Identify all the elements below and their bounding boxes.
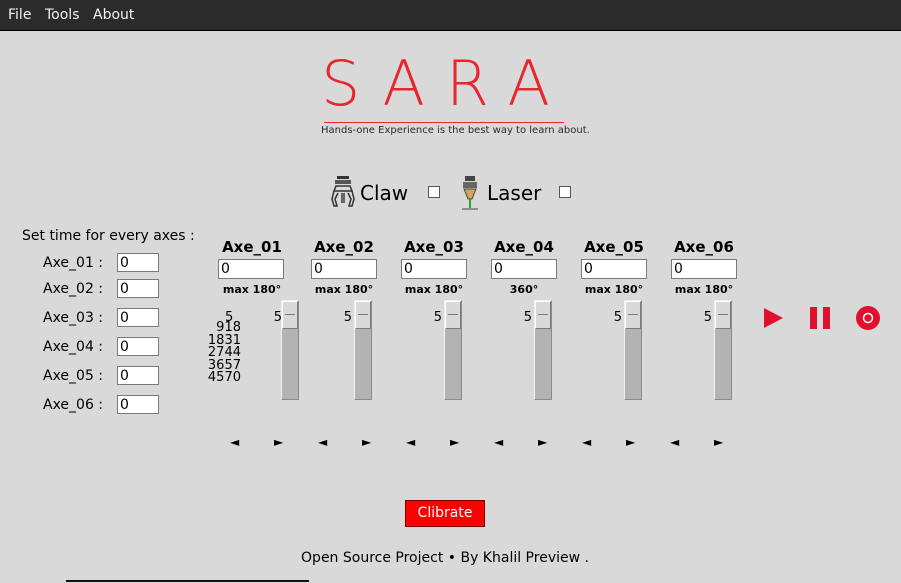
axe-06-value: 5: [703, 310, 712, 325]
time-input-axe-05[interactable]: 0: [117, 366, 159, 385]
time-input-axe-06[interactable]: 0: [117, 395, 159, 414]
axe-04-value: 5: [523, 310, 532, 325]
calibrate-button[interactable]: Clibrate: [405, 500, 485, 527]
time-label-axe-03: Axe_03 :: [43, 310, 104, 326]
pause-icon[interactable]: [807, 305, 833, 331]
axe-06-right-arrow[interactable]: ►: [714, 435, 723, 449]
time-input-axe-02[interactable]: 0: [117, 279, 159, 298]
axe-04-slider-thumb[interactable]: [535, 301, 551, 329]
axe-04-slider[interactable]: [534, 300, 552, 400]
menu-tools[interactable]: Tools: [45, 7, 80, 23]
claw-label: Claw: [360, 181, 409, 205]
scale-tick-first: 5: [225, 310, 234, 325]
axe-06-max: max 180°: [674, 283, 734, 296]
axe-01-slider-thumb[interactable]: [282, 301, 298, 329]
time-input-axe-01[interactable]: 0: [117, 253, 159, 272]
logo-subtitle: Hands-one Experience is the best way to …: [321, 125, 590, 136]
axe-05-value: 5: [613, 310, 622, 325]
axe-01-left-arrow[interactable]: ◄: [230, 435, 239, 449]
axe-03-input[interactable]: 0: [401, 259, 467, 279]
axe-03-max: max 180°: [404, 283, 464, 296]
time-input-axe-04[interactable]: 0: [117, 337, 159, 356]
axe-06-title: Axe_06: [674, 238, 734, 256]
time-label-axe-04: Axe_04 :: [43, 339, 104, 355]
axe-03-title: Axe_03: [404, 238, 464, 256]
play-icon[interactable]: [760, 305, 786, 331]
time-panel-title: Set time for every axes :: [22, 228, 195, 244]
menu-bar: File Tools About: [0, 0, 901, 31]
footer-text: Open Source Project • By Khalil Preview …: [301, 550, 589, 566]
axe-01-max: max 180°: [222, 283, 282, 296]
logo-divider: [324, 122, 564, 123]
laser-checkbox[interactable]: [559, 186, 571, 198]
axe-04-max: 360°: [509, 283, 539, 296]
time-label-axe-02: Axe_02 :: [43, 281, 104, 297]
axe-06-input[interactable]: 0: [671, 259, 737, 279]
laser-icon: [462, 176, 478, 210]
axe-05-max: max 180°: [584, 283, 644, 296]
axe-05-input[interactable]: 0: [581, 259, 647, 279]
axe-02-value: 5: [343, 310, 352, 325]
axe-04-right-arrow[interactable]: ►: [538, 435, 547, 449]
scale-tick: 4570: [207, 370, 241, 385]
claw-icon: [331, 176, 355, 207]
axe-01-value: 5: [273, 310, 282, 325]
axe-02-slider-thumb[interactable]: [355, 301, 371, 329]
time-label-axe-05: Axe_05 :: [43, 368, 104, 384]
axe-02-input[interactable]: 0: [311, 259, 377, 279]
axe-01-right-arrow[interactable]: ►: [274, 435, 283, 449]
axe-03-value: 5: [433, 310, 442, 325]
logo-title: SARA: [321, 47, 571, 120]
axe-01-title: Axe_01: [222, 238, 282, 256]
axe-05-slider-thumb[interactable]: [625, 301, 641, 329]
time-input-axe-03[interactable]: 0: [117, 308, 159, 327]
time-label-axe-01: Axe_01 :: [43, 255, 104, 271]
axe-03-right-arrow[interactable]: ►: [450, 435, 459, 449]
axe-04-input[interactable]: 0: [491, 259, 557, 279]
axe-02-right-arrow[interactable]: ►: [362, 435, 371, 449]
axe-06-slider-thumb[interactable]: [715, 301, 731, 329]
axe-05-right-arrow[interactable]: ►: [626, 435, 635, 449]
menu-file[interactable]: File: [8, 7, 31, 23]
laser-label: Laser: [487, 181, 542, 205]
axe-05-slider[interactable]: [624, 300, 642, 400]
menu-about[interactable]: About: [93, 7, 134, 23]
axe-04-title: Axe_04: [494, 238, 554, 256]
taskbar-edge: [66, 580, 309, 582]
axe-03-slider-thumb[interactable]: [445, 301, 461, 329]
axe-03-left-arrow[interactable]: ◄: [406, 435, 415, 449]
axe-06-slider[interactable]: [714, 300, 732, 400]
axe-03-slider[interactable]: [444, 300, 462, 400]
axe-06-left-arrow[interactable]: ◄: [670, 435, 679, 449]
axe-02-left-arrow[interactable]: ◄: [318, 435, 327, 449]
axe-02-slider[interactable]: [354, 300, 372, 400]
axe-01-slider[interactable]: [281, 300, 299, 400]
axe-01-input[interactable]: 0: [218, 259, 284, 279]
axe-02-max: max 180°: [314, 283, 374, 296]
axe-05-left-arrow[interactable]: ◄: [582, 435, 591, 449]
time-label-axe-06: Axe_06 :: [43, 397, 104, 413]
claw-checkbox[interactable]: [428, 186, 440, 198]
axe-04-left-arrow[interactable]: ◄: [494, 435, 503, 449]
scale-ticks: 918 1831 2744 3657 4570: [205, 321, 241, 385]
axe-05-title: Axe_05: [584, 238, 644, 256]
record-icon[interactable]: [855, 305, 881, 331]
axe-02-title: Axe_02: [314, 238, 374, 256]
